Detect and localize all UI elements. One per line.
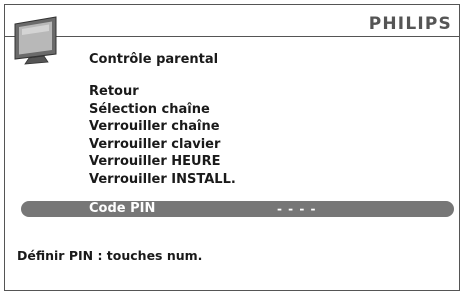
menu-item-selection-chaine[interactable]: Sélection chaîne bbox=[89, 101, 236, 119]
menu-item-retour[interactable]: Retour bbox=[89, 83, 236, 101]
code-pin-value[interactable]: - - - - bbox=[277, 201, 316, 217]
menu-list: Retour Sélection chaîne Verrouiller chaî… bbox=[89, 83, 236, 188]
menu-item-verrouiller-clavier[interactable]: Verrouiller clavier bbox=[89, 136, 236, 154]
menu-item-verrouiller-heure[interactable]: Verrouiller HEURE bbox=[89, 153, 236, 171]
tv-icon bbox=[14, 16, 57, 65]
code-pin-label: Code PIN bbox=[89, 201, 156, 216]
menu-item-verrouiller-install[interactable]: Verrouiller INSTALL. bbox=[89, 171, 236, 189]
menu-title: Contrôle parental bbox=[89, 52, 219, 67]
header-divider bbox=[4, 36, 460, 37]
menu-item-verrouiller-chaine[interactable]: Verrouiller chaîne bbox=[89, 118, 236, 136]
help-hint: Définir PIN : touches num. bbox=[17, 248, 203, 263]
brand-logo: PHILIPS bbox=[368, 14, 452, 34]
menu-item-code-pin[interactable] bbox=[21, 201, 454, 217]
